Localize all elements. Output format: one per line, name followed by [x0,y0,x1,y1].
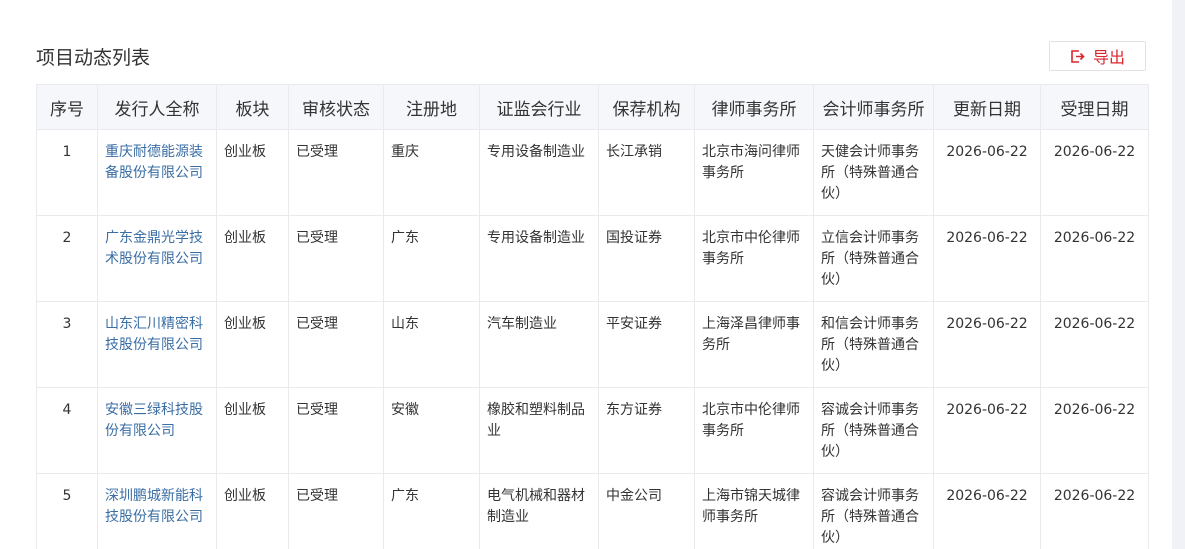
cell-col-update-date: 2026-06-22 [933,129,1041,216]
cell-col-region: 广东 [383,473,480,549]
cell-col-seq: 4 [36,387,98,474]
cell-col-region: 重庆 [383,129,480,216]
cell-col-accept-date: 2026-06-22 [1040,301,1149,388]
cell-col-accept-date: 2026-06-22 [1040,473,1149,549]
cell-col-accept-date: 2026-06-22 [1040,387,1149,474]
cell-col-law-firm: 北京市海问律师事务所 [694,129,814,216]
cell-col-law-firm: 北京市中伦律师事务所 [694,215,814,302]
cell-col-industry: 电气机械和器材制造业 [479,473,599,549]
cell-col-issuer: 山东汇川精密科技股份有限公司 [97,301,217,388]
cell-col-accept-date: 2026-06-22 [1040,129,1149,216]
header-col-sponsor: 保荐机构 [598,84,695,130]
cell-col-update-date: 2026-06-22 [933,215,1041,302]
page-title: 项目动态列表 [36,47,151,69]
issuer-link[interactable]: 安徽三绿科技股份有限公司 [105,402,203,439]
cell-col-sponsor: 中金公司 [598,473,695,549]
cell-col-industry: 专用设备制造业 [479,129,599,216]
table-body: 1 重庆耐德能源装备股份有限公司 创业板 已受理 重庆 专用设备制造业 长江承销 北京市海问律… [36,129,1149,549]
cell-col-issuer: 安徽三绿科技股份有限公司 [97,387,217,474]
cell-col-issuer: 深圳鹏城新能科技股份有限公司 [97,473,217,549]
table-row: 1 重庆耐德能源装备股份有限公司 创业板 已受理 重庆 专用设备制造业 长江承销 北京市海问律… [36,129,1149,216]
export-button[interactable]: 导出 [1049,41,1146,71]
cell-col-accounting-firm: 和信会计师事务所（特殊普通合伙） [813,301,934,388]
header-col-region: 注册地 [383,84,480,130]
cell-col-board: 创业板 [216,215,289,302]
cell-col-sponsor: 平安证券 [598,301,695,388]
cell-col-sponsor: 长江承销 [598,129,695,216]
cell-col-status: 已受理 [288,473,384,549]
cell-col-sponsor: 东方证券 [598,387,695,474]
cell-col-region: 广东 [383,215,480,302]
cell-col-accounting-firm: 立信会计师事务所（特殊普通合伙） [813,215,934,302]
cell-col-update-date: 2026-06-22 [933,301,1041,388]
header-col-update-date: 更新日期 [933,84,1041,130]
cell-col-industry: 专用设备制造业 [479,215,599,302]
issuer-link[interactable]: 重庆耐德能源装备股份有限公司 [105,144,203,181]
issuer-link[interactable]: 深圳鹏城新能科技股份有限公司 [105,488,203,525]
cell-col-board: 创业板 [216,301,289,388]
header-col-industry: 证监会行业 [479,84,599,130]
cell-col-issuer: 广东金鼎光学技术股份有限公司 [97,215,217,302]
cell-col-update-date: 2026-06-22 [933,473,1041,549]
cell-col-status: 已受理 [288,301,384,388]
cell-col-law-firm: 上海泽昌律师事务所 [694,301,814,388]
table-row: 4 安徽三绿科技股份有限公司 创业板 已受理 安徽 橡胶和塑料制品业 东方证券 北京市中伦律师… [36,387,1149,474]
header-col-accounting-firm: 会计师事务所 [813,84,934,130]
table-header-row: 序号 发行人全称 板块 审核状态 注册地 证监会行业 保荐机构 律师事务所 会计师事务所 更新日期… [36,84,1149,130]
cell-col-board: 创业板 [216,129,289,216]
header-col-law-firm: 律师事务所 [694,84,814,130]
export-icon [1071,49,1085,63]
cell-col-accounting-firm: 容诚会计师事务所（特殊普通合伙） [813,473,934,549]
header-col-status: 审核状态 [288,84,384,130]
cell-col-region: 安徽 [383,387,480,474]
cell-col-seq: 2 [36,215,98,302]
cell-col-sponsor: 国投证券 [598,215,695,302]
cell-col-accounting-firm: 天健会计师事务所（特殊普通合伙） [813,129,934,216]
cell-col-region: 山东 [383,301,480,388]
header-col-board: 板块 [216,84,289,130]
cell-col-industry: 橡胶和塑料制品业 [479,387,599,474]
project-table-wrap: 序号 发行人全称 板块 审核状态 注册地 证监会行业 保荐机构 律师事务所 会计师事务所 更新日期… [36,84,1149,549]
cell-col-status: 已受理 [288,387,384,474]
table-row: 2 广东金鼎光学技术股份有限公司 创业板 已受理 广东 专用设备制造业 国投证券 北京市中伦律… [36,215,1149,302]
cell-col-law-firm: 北京市中伦律师事务所 [694,387,814,474]
cell-col-accept-date: 2026-06-22 [1040,215,1149,302]
header-col-accept-date: 受理日期 [1040,84,1149,130]
cell-col-board: 创业板 [216,473,289,549]
header-col-seq: 序号 [36,84,98,130]
cell-col-status: 已受理 [288,215,384,302]
cell-col-board: 创业板 [216,387,289,474]
table-row: 5 深圳鹏城新能科技股份有限公司 创业板 已受理 广东 电气机械和器材制造业 中金公司 上海市… [36,473,1149,549]
cell-col-issuer: 重庆耐德能源装备股份有限公司 [97,129,217,216]
project-list-panel: 项目动态列表 导出 序号 发行人全称 板块 审核状态 注册地 证监会行业 保荐机… [0,0,1172,549]
export-label: 导出 [1092,48,1125,67]
project-table: 序号 发行人全称 板块 审核状态 注册地 证监会行业 保荐机构 律师事务所 会计师事务所 更新日期… [36,84,1149,549]
table-row: 3 山东汇川精密科技股份有限公司 创业板 已受理 山东 汽车制造业 平安证券 上海泽昌律师事务… [36,301,1149,388]
cell-col-seq: 5 [36,473,98,549]
cell-col-accounting-firm: 容诚会计师事务所（特殊普通合伙） [813,387,934,474]
header-col-issuer: 发行人全称 [97,84,217,130]
cell-col-law-firm: 上海市锦天城律师事务所 [694,473,814,549]
cell-col-seq: 3 [36,301,98,388]
cell-col-seq: 1 [36,129,98,216]
cell-col-update-date: 2026-06-22 [933,387,1041,474]
issuer-link[interactable]: 山东汇川精密科技股份有限公司 [105,316,203,353]
issuer-link[interactable]: 广东金鼎光学技术股份有限公司 [105,230,203,267]
cell-col-status: 已受理 [288,129,384,216]
cell-col-industry: 汽车制造业 [479,301,599,388]
